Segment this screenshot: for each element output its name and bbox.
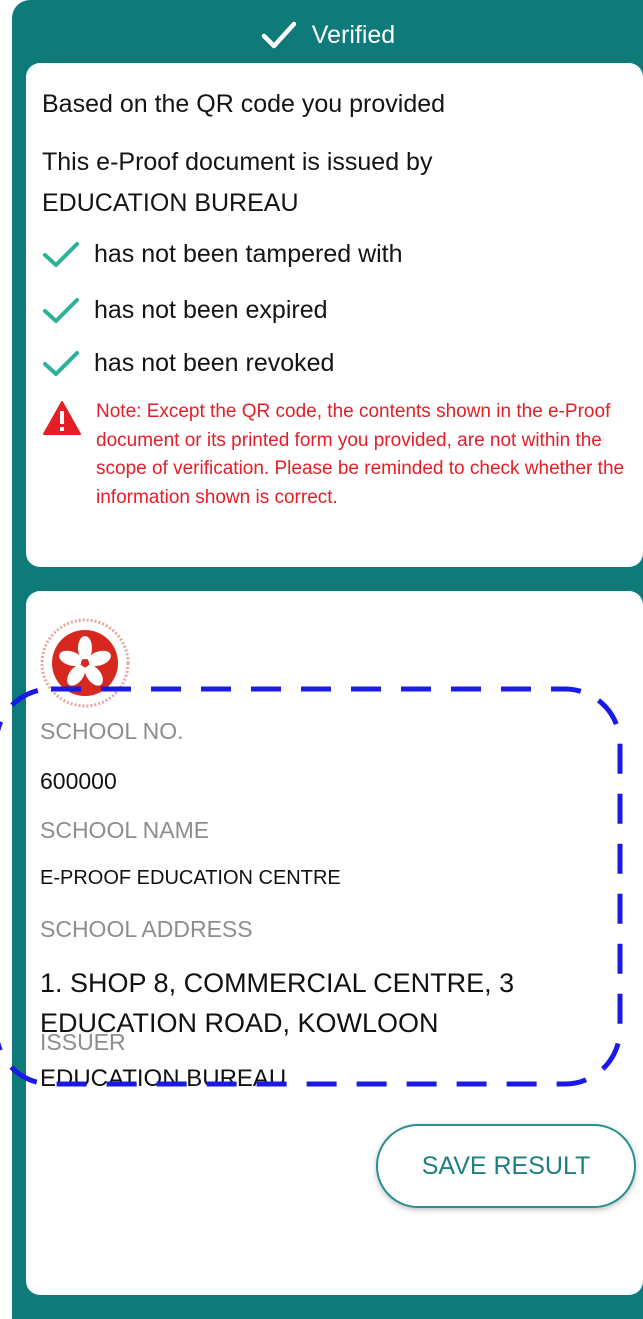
document-details-card: SCHOOL NO. 600000 SCHOOL NAME E-PROOF ED… [26, 591, 643, 1295]
school-no-label: SCHOOL NO. [40, 718, 184, 744]
school-address-label: SCHOOL ADDRESS [40, 916, 253, 942]
check-item-tampered: has not been tampered with [42, 240, 403, 269]
verified-banner: Verified [12, 0, 643, 70]
intro-text: Based on the QR code you provided [42, 90, 446, 118]
check-item-label: has not been expired [94, 296, 328, 324]
check-icon [261, 21, 297, 49]
verification-note: Note: Except the QR code, the contents s… [96, 401, 625, 508]
issuer-label: ISSUER [40, 1029, 126, 1055]
school-name-value: E-PROOF EDUCATION CENTRE [40, 867, 341, 889]
hksar-emblem-icon [40, 618, 130, 708]
green-check-icon [43, 241, 79, 267]
school-no-value: 600000 [40, 768, 117, 794]
save-result-button[interactable]: SAVE RESULT [376, 1124, 636, 1208]
issuer-name-text: EDUCATION BUREAU [42, 189, 299, 217]
verified-label: Verified [311, 20, 396, 49]
check-item-label: has not been revoked [94, 349, 335, 377]
check-item-label: has not been tampered with [94, 240, 403, 268]
warning-triangle-icon [43, 401, 81, 435]
check-item-expired: has not been expired [42, 296, 328, 325]
issuer-value: EDUCATION BUREAU [40, 1065, 287, 1092]
issued-by-text: This e-Proof document is issued by [42, 148, 433, 176]
green-check-icon [43, 297, 79, 323]
school-address-value: 1. SHOP 8, COMMERCIAL CENTRE, 3 EDUCATIO… [40, 968, 515, 1038]
green-check-icon [43, 350, 79, 376]
check-item-revoked: has not been revoked [42, 349, 334, 378]
school-name-label: SCHOOL NAME [40, 817, 210, 843]
verification-card: Based on the QR code you provided This e… [26, 63, 643, 567]
